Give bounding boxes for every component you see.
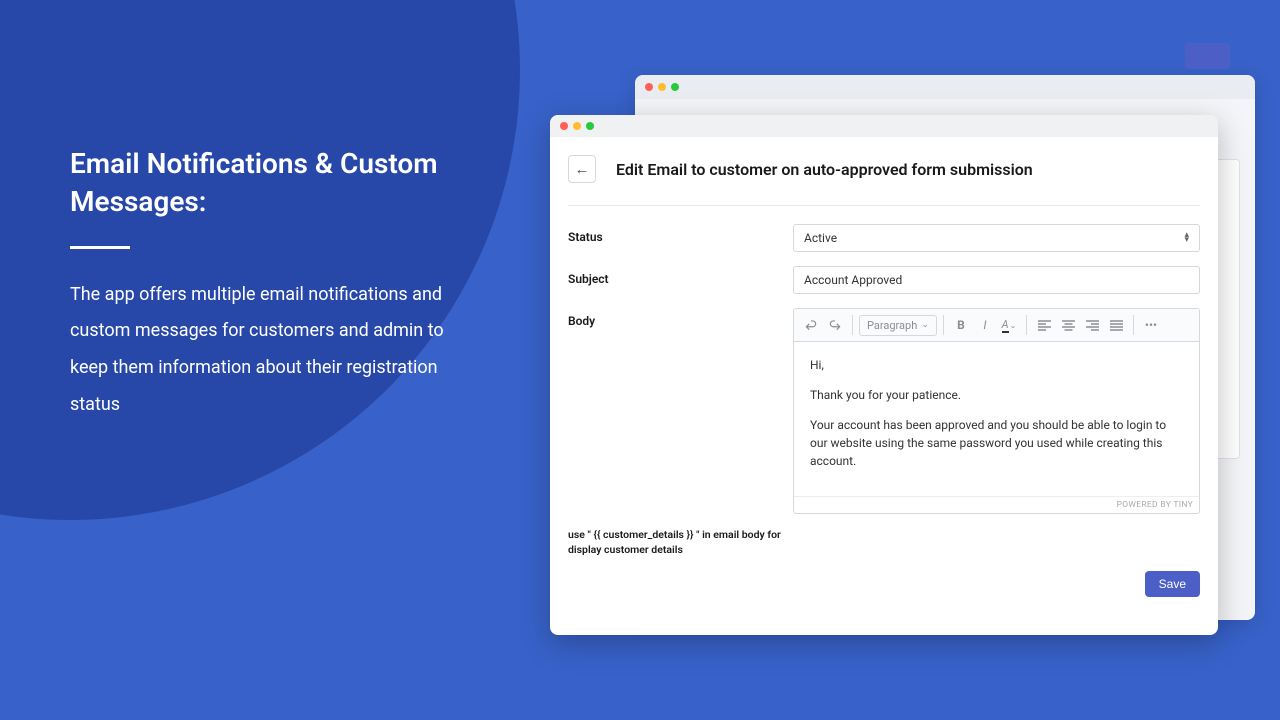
ellipsis-icon: •••: [1145, 318, 1157, 332]
maximize-icon[interactable]: [586, 122, 594, 130]
foreground-window: ← Edit Email to customer on auto-approve…: [550, 115, 1218, 635]
divider: [70, 246, 130, 249]
align-center-icon: [1062, 320, 1075, 331]
template-hint: use " {{ customer_details }} " in email …: [568, 528, 798, 557]
promo-description: The app offers multiple email notificati…: [70, 277, 450, 425]
promo-heading: Email Notifications & Custom Messages:: [70, 145, 450, 221]
minimize-icon[interactable]: [573, 122, 581, 130]
background-save-button: [1185, 43, 1230, 69]
editor-toolbar: Paragraph ⌄ B I A⌄: [794, 309, 1199, 342]
body-line: Your account has been approved and you s…: [810, 416, 1183, 470]
subject-value: Account Approved: [804, 273, 902, 287]
align-center-button[interactable]: [1057, 313, 1079, 337]
chevron-down-icon: ⌄: [921, 320, 929, 330]
subject-input[interactable]: Account Approved: [793, 266, 1200, 294]
subject-label: Subject: [568, 266, 793, 294]
italic-button[interactable]: I: [974, 313, 996, 337]
undo-button[interactable]: [800, 313, 822, 337]
align-right-icon: [1086, 320, 1099, 331]
minimize-icon[interactable]: [658, 83, 666, 91]
status-select[interactable]: Active ▴▾: [793, 224, 1200, 252]
arrow-left-icon: ←: [575, 160, 590, 178]
save-button[interactable]: Save: [1145, 571, 1200, 597]
text-color-button[interactable]: A⌄: [998, 313, 1020, 337]
chevron-updown-icon: ▴▾: [1184, 233, 1189, 244]
window-titlebar: [635, 75, 1255, 99]
rich-text-editor: Paragraph ⌄ B I A⌄: [793, 308, 1200, 514]
align-justify-button[interactable]: [1105, 313, 1127, 337]
maximize-icon[interactable]: [671, 83, 679, 91]
more-button[interactable]: •••: [1140, 313, 1162, 337]
body-line: Thank you for your patience.: [810, 386, 1183, 404]
close-icon[interactable]: [645, 83, 653, 91]
align-left-button[interactable]: [1033, 313, 1055, 337]
page-title: Edit Email to customer on auto-approved …: [616, 160, 1033, 179]
status-value: Active: [804, 231, 837, 245]
back-button[interactable]: ←: [568, 155, 596, 183]
redo-icon: [828, 318, 842, 332]
align-left-icon: [1038, 320, 1051, 331]
body-label: Body: [568, 308, 793, 514]
align-right-button[interactable]: [1081, 313, 1103, 337]
status-label: Status: [568, 224, 793, 252]
editor-powered-by: POWERED BY TINY: [794, 496, 1199, 513]
window-titlebar: [550, 115, 1218, 137]
bold-button[interactable]: B: [950, 313, 972, 337]
undo-icon: [804, 318, 818, 332]
align-justify-icon: [1110, 320, 1123, 331]
close-icon[interactable]: [560, 122, 568, 130]
page-header: ← Edit Email to customer on auto-approve…: [568, 155, 1200, 183]
editor-content[interactable]: Hi, Thank you for your patience. Your ac…: [794, 342, 1199, 496]
redo-button[interactable]: [824, 313, 846, 337]
promo-panel: Email Notifications & Custom Messages: T…: [70, 145, 450, 424]
body-line: Hi,: [810, 356, 1183, 374]
format-select[interactable]: Paragraph ⌄: [859, 315, 937, 336]
